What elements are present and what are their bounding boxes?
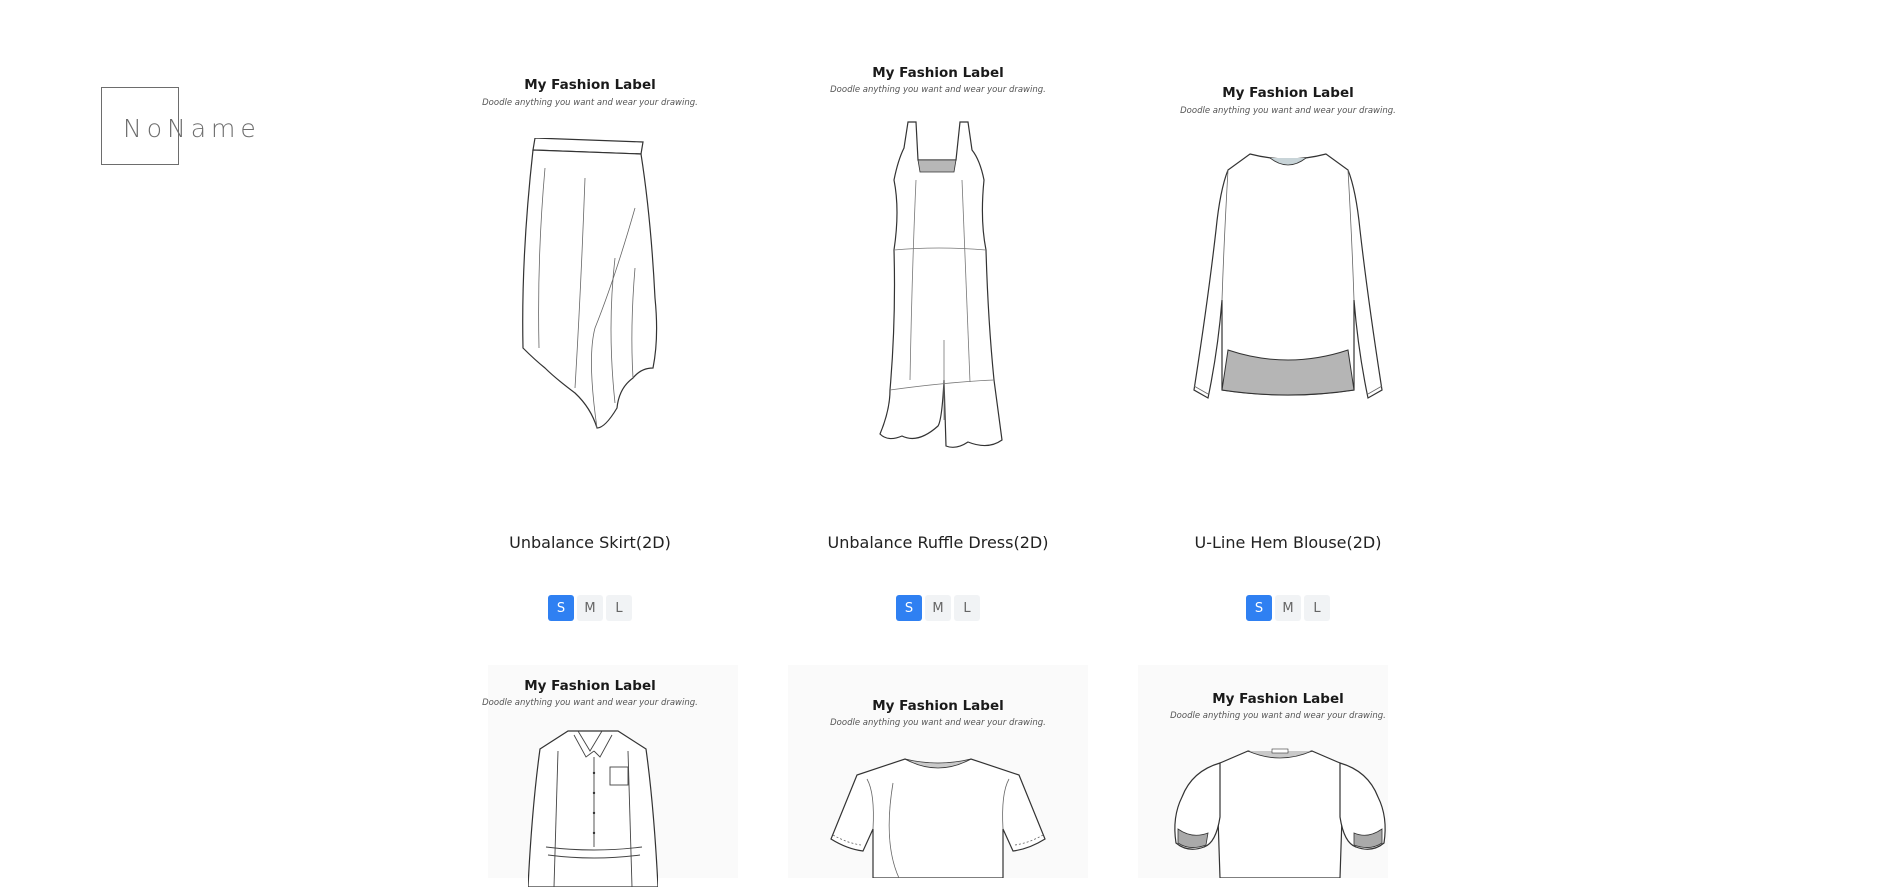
size-option-s[interactable]: S — [896, 595, 922, 621]
puff-sleeve-top-icon — [1174, 748, 1386, 878]
blouse-icon — [1193, 153, 1383, 399]
size-selector: S M L — [1138, 595, 1438, 621]
label-title: My Fashion Label — [1212, 691, 1344, 707]
label-title: My Fashion Label — [872, 698, 1004, 714]
logo-text: NoName — [123, 114, 261, 143]
label-title: My Fashion Label — [1222, 85, 1354, 101]
shirt-dress-icon — [528, 730, 658, 887]
product-image[interactable]: My Fashion Label Doodle anything you wan… — [1138, 50, 1438, 520]
label-subtitle: Doodle anything you want and wear your d… — [1180, 106, 1396, 116]
brand-logo[interactable]: NoName — [101, 87, 281, 167]
size-option-l[interactable]: L — [954, 595, 980, 621]
size-option-l[interactable]: L — [606, 595, 632, 621]
label-subtitle: Doodle anything you want and wear your d… — [830, 718, 1046, 728]
size-option-m[interactable]: M — [1275, 595, 1301, 621]
product-name[interactable]: Unbalance Ruffle Dress(2D) — [788, 533, 1088, 552]
label-title: My Fashion Label — [524, 77, 656, 93]
size-option-m[interactable]: M — [925, 595, 951, 621]
label-title: My Fashion Label — [524, 678, 656, 694]
product-name[interactable]: U-Line Hem Blouse(2D) — [1138, 533, 1438, 552]
label-subtitle: Doodle anything you want and wear your d… — [482, 98, 698, 108]
size-option-s[interactable]: S — [548, 595, 574, 621]
product-name[interactable]: Unbalance Skirt(2D) — [440, 533, 740, 552]
size-selector: S M L — [440, 595, 740, 621]
label-subtitle: Doodle anything you want and wear your d… — [830, 85, 1046, 95]
size-selector: S M L — [788, 595, 1088, 621]
size-option-m[interactable]: M — [577, 595, 603, 621]
product-image[interactable]: My Fashion Label Doodle anything you wan… — [440, 50, 740, 520]
size-option-l[interactable]: L — [1304, 595, 1330, 621]
label-title: My Fashion Label — [872, 65, 1004, 81]
label-subtitle: Doodle anything you want and wear your d… — [482, 698, 698, 708]
tshirt-icon — [830, 758, 1046, 878]
label-subtitle: Doodle anything you want and wear your d… — [1170, 711, 1386, 721]
size-option-s[interactable]: S — [1246, 595, 1272, 621]
dress-icon — [879, 121, 1003, 448]
skirt-icon — [522, 138, 658, 429]
product-image[interactable]: My Fashion Label Doodle anything you wan… — [788, 50, 1088, 520]
